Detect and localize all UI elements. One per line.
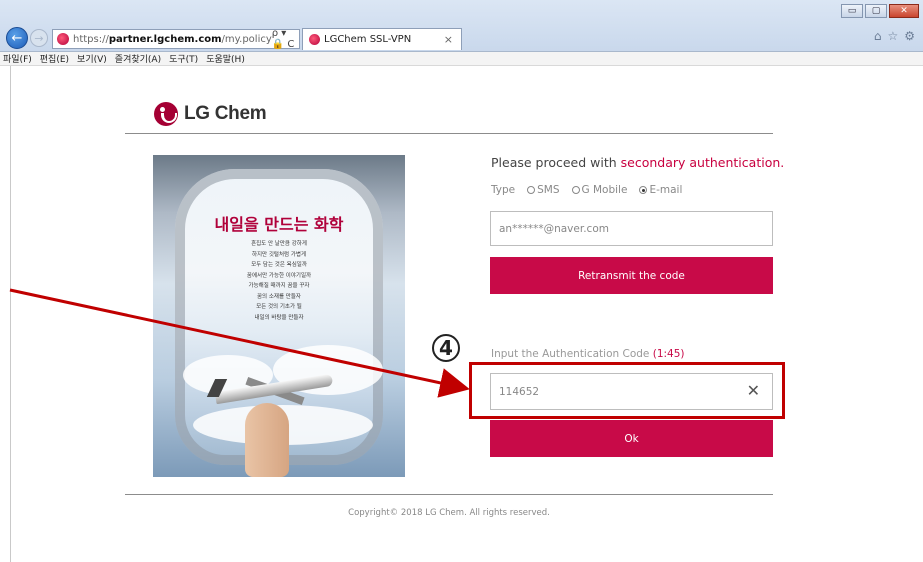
poster-line: 하지만 깃털처럼 가볍게 bbox=[251, 251, 307, 258]
back-arrow-icon: ← bbox=[11, 30, 23, 46]
lg-chem-logo: LG Chem bbox=[154, 102, 267, 126]
retransmit-label: Retransmit the code bbox=[578, 269, 685, 282]
ok-button[interactable]: Ok bbox=[490, 420, 773, 457]
ok-label: Ok bbox=[624, 432, 639, 445]
menu-edit[interactable]: 편집(E) bbox=[40, 52, 69, 65]
tab-title: LGChem SSL-VPN bbox=[324, 34, 412, 45]
menu-help[interactable]: 도움말(H) bbox=[206, 52, 245, 65]
menu-bar: 파일(F) 편집(E) 보기(V) 즐겨찾기(A) 도구(T) 도움말(H) bbox=[0, 52, 923, 66]
back-button[interactable]: ← bbox=[6, 27, 28, 49]
auth-code-label: Input the Authentication Code (1:45) bbox=[491, 348, 685, 360]
window-left-edge bbox=[10, 66, 11, 562]
poster-line: 꿈의 소재를 만들자 bbox=[257, 293, 301, 300]
url-path: /my.policy bbox=[221, 33, 272, 45]
auth-type-selector: Type SMS G Mobile E-mail bbox=[491, 184, 694, 196]
email-value: an******@naver.com bbox=[499, 222, 609, 235]
menu-file[interactable]: 파일(F) bbox=[3, 52, 32, 65]
radio-checked-icon bbox=[639, 186, 648, 194]
type-label: Type bbox=[491, 184, 516, 196]
radio-g-mobile[interactable]: G Mobile bbox=[571, 184, 628, 196]
auth-heading: Please proceed with secondary authentica… bbox=[491, 155, 784, 170]
radio-sms-label: SMS bbox=[537, 184, 560, 196]
step-number-badge: 4 bbox=[432, 334, 460, 362]
tab-lgchem-vpn[interactable]: LGChem SSL-VPN × bbox=[302, 28, 462, 50]
maximize-button[interactable]: ▢ bbox=[865, 4, 887, 18]
forward-button[interactable]: → bbox=[30, 29, 48, 47]
header-divider bbox=[125, 133, 773, 134]
auth-code-label-text: Input the Authentication Code bbox=[491, 348, 653, 360]
favorites-star-icon[interactable]: ☆ bbox=[887, 29, 898, 43]
radio-sms[interactable]: SMS bbox=[527, 184, 560, 196]
browser-titlebar: ← → https://partner.lgchem.com/my.policy… bbox=[0, 0, 923, 52]
poster-line: 가능해질 때까지 꿈을 꾸자 bbox=[248, 283, 310, 289]
browser-tools: ⌂ ☆ ⚙ bbox=[874, 29, 915, 43]
annotation-highlight-box bbox=[469, 362, 785, 419]
poster-title: 내일을 만드는 화학 bbox=[214, 215, 344, 234]
radio-email[interactable]: E-mail bbox=[639, 184, 682, 196]
radio-unchecked-icon bbox=[571, 186, 580, 194]
auth-heading-accent: secondary authentication. bbox=[620, 155, 785, 170]
address-tools[interactable]: ρ ▾ 🔒 C bbox=[272, 28, 299, 50]
close-window-button[interactable]: ✕ bbox=[889, 4, 919, 18]
radio-g-mobile-label: G Mobile bbox=[581, 184, 628, 196]
poster-line: 내일의 바탕을 만들자 bbox=[254, 314, 304, 321]
poster-line: 꿈에서만 가능한 이야기일까 bbox=[246, 272, 312, 279]
site-favicon-icon bbox=[57, 33, 69, 45]
tab-close-icon[interactable]: × bbox=[444, 33, 453, 46]
url-scheme: https:// bbox=[73, 33, 109, 45]
copyright-text: Copyright© 2018 LG Chem. All rights rese… bbox=[348, 508, 550, 518]
tab-favicon-icon bbox=[309, 34, 320, 45]
url-host: partner.lgchem.com bbox=[108, 33, 222, 45]
home-icon[interactable]: ⌂ bbox=[874, 29, 882, 43]
radio-unchecked-icon bbox=[527, 186, 536, 194]
menu-favorites[interactable]: 즐겨찾기(A) bbox=[115, 52, 161, 65]
poster-line: 모두 담는 것은 욕심일까 bbox=[251, 262, 307, 268]
countdown-timer: (1:45) bbox=[652, 348, 685, 360]
auth-heading-prefix: Please proceed with bbox=[491, 155, 621, 170]
footer-divider bbox=[125, 494, 773, 495]
logo-text: LG Chem bbox=[184, 103, 267, 124]
address-bar[interactable]: https://partner.lgchem.com/my.policy ρ ▾… bbox=[52, 28, 300, 50]
lg-face-logo-icon bbox=[154, 102, 178, 126]
settings-gear-icon[interactable]: ⚙ bbox=[904, 29, 915, 43]
window-controls: ▭ ▢ ✕ bbox=[841, 4, 919, 18]
poster-poem: 흔집도 안 날만큼 강하게 하지만 깃털처럼 가볍게 모두 담는 것은 욕심일까… bbox=[153, 239, 405, 323]
poster-line: 흔집도 안 날만큼 강하게 bbox=[251, 241, 307, 247]
email-field[interactable]: an******@naver.com bbox=[490, 211, 773, 246]
promo-poster: 내일을 만드는 화학 흔집도 안 날만큼 강하게 하지만 깃털처럼 가볍게 모두… bbox=[153, 155, 405, 477]
menu-view[interactable]: 보기(V) bbox=[77, 52, 107, 65]
minimize-button[interactable]: ▭ bbox=[841, 4, 863, 18]
annotation-arrow bbox=[9, 288, 470, 398]
poster-line: 모든 것의 기초가 될 bbox=[256, 304, 302, 310]
menu-tools[interactable]: 도구(T) bbox=[169, 52, 198, 65]
radio-email-label: E-mail bbox=[649, 184, 683, 196]
forward-arrow-icon: → bbox=[34, 31, 44, 45]
retransmit-code-button[interactable]: Retransmit the code bbox=[490, 257, 773, 294]
hand-illustration bbox=[245, 403, 289, 477]
